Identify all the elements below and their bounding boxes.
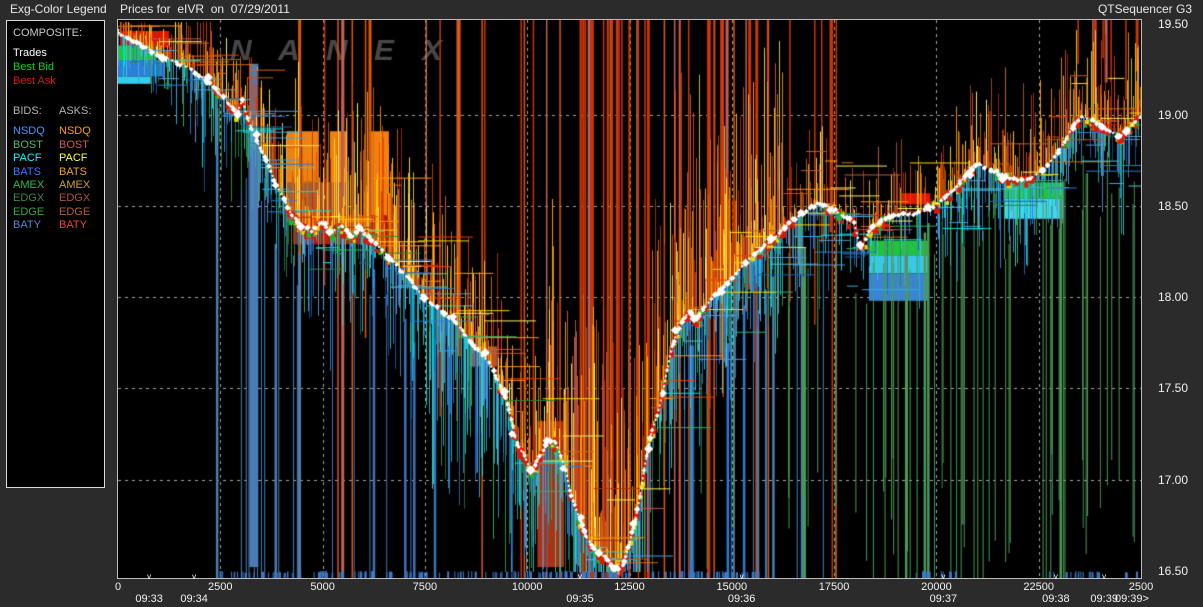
ask-color-nsdq: NSDQ (59, 125, 91, 138)
bid-color-edge: EDGE (13, 206, 59, 219)
time-label: 09:33 (135, 593, 163, 605)
x-axis-label: 22500 (1023, 581, 1054, 593)
ask-color-bats: BATS (59, 166, 87, 179)
legend-panel-title: Exg-Color Legend (10, 2, 107, 16)
x-axis-label: 20000 (921, 581, 952, 593)
x-axis-label: 2500 (1129, 581, 1153, 593)
x-axis-label: 17500 (819, 581, 850, 593)
minute-chevron: v (1102, 572, 1106, 581)
legend-box: COMPOSITE: Trades Best Bid Best Ask BIDS… (6, 20, 105, 488)
exchange-row-amex: AMEX AMEX (13, 179, 104, 192)
time-label: 09:39> (1115, 593, 1149, 605)
app-title: QTSequencer G3 (1098, 2, 1192, 16)
bid-color-amex: AMEX (13, 179, 59, 192)
exchange-row-nsdq: NSDQ NSDQ (13, 125, 104, 138)
bids-header: BIDS: (13, 105, 59, 118)
bid-color-pacf: PACF (13, 152, 59, 165)
y-axis-label: 18.00 (1158, 290, 1188, 304)
y-axis-label: 16.50 (1158, 564, 1188, 578)
legend-item-best-ask: Best Ask (13, 74, 104, 88)
time-label: 09:37 (930, 593, 958, 605)
exchange-row-bost: BOST BOST (13, 139, 104, 152)
price-chart-plot[interactable] (117, 19, 1142, 579)
x-axis-label: 5000 (310, 581, 334, 593)
ask-color-edgx: EDGX (59, 192, 90, 205)
x-axis-label: 7500 (413, 581, 437, 593)
minute-chevron: v (941, 572, 945, 581)
legend-item-trades: Trades (13, 46, 104, 60)
chart-title: Prices for eIVR on 07/29/2011 (120, 2, 290, 16)
exchange-row-bats: BATS BATS (13, 166, 104, 179)
exchange-row-baty: BATY BATY (13, 219, 104, 232)
y-axis-label: 19.50 (1158, 17, 1188, 31)
bid-color-bost: BOST (13, 139, 59, 152)
bid-color-edgx: EDGX (13, 192, 59, 205)
exchange-row-pacf: PACF PACF (13, 152, 104, 165)
bid-color-baty: BATY (13, 219, 59, 232)
exchange-row-edge: EDGE EDGE (13, 206, 104, 219)
exchange-color-legend-panel: COMPOSITE: Trades Best Bid Best Ask BIDS… (0, 18, 117, 607)
ask-color-bost: BOST (59, 139, 89, 152)
y-axis-label: 19.00 (1158, 108, 1188, 122)
time-label: 09:39 (1090, 593, 1118, 605)
x-axis-label: 0 (115, 581, 121, 593)
composite-header: COMPOSITE: (13, 27, 104, 39)
legend-item-best-bid: Best Bid (13, 60, 104, 74)
x-axis-label: 12500 (614, 581, 645, 593)
bid-color-nsdq: NSDQ (13, 125, 59, 138)
minute-chevron: v (192, 572, 196, 581)
ask-color-baty: BATY (59, 219, 87, 232)
y-axis-label: 17.50 (1158, 381, 1188, 395)
time-label: 09:35 (566, 593, 594, 605)
x-axis-label: 10000 (512, 581, 543, 593)
bid-color-bats: BATS (13, 166, 59, 179)
quote-montage-canvas[interactable] (118, 20, 1141, 578)
x-axis-label: 15000 (717, 581, 748, 593)
x-axis-label: 2500 (208, 581, 232, 593)
time-label: 09:38 (1042, 593, 1070, 605)
time-label: 09:34 (180, 593, 208, 605)
y-axis-label: 17.00 (1158, 473, 1188, 487)
bid-ask-headers: BIDS: ASKS: (13, 105, 104, 118)
minute-chevron: v (578, 572, 582, 581)
asks-header: ASKS: (59, 105, 91, 118)
minute-chevron: v (147, 572, 151, 581)
minute-chevron: v (1054, 572, 1058, 581)
minute-chevron: v (740, 572, 744, 581)
ask-color-amex: AMEX (59, 179, 90, 192)
exchange-row-edgx: EDGX EDGX (13, 192, 104, 205)
ask-color-pacf: PACF (59, 152, 88, 165)
y-axis-label: 18.50 (1158, 199, 1188, 213)
ask-color-edge: EDGE (59, 206, 90, 219)
time-label: 09:36 (728, 593, 756, 605)
